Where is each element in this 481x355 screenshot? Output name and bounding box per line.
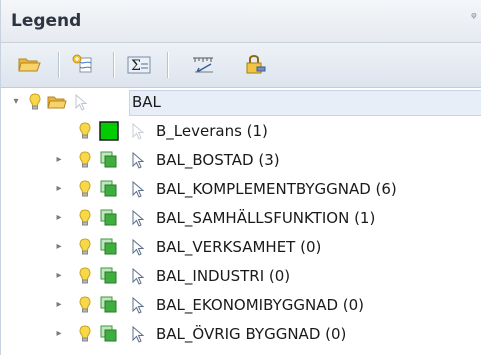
expand-arrow-icon[interactable]: ▸ [54, 154, 64, 166]
expand-arrow-icon[interactable]: ▸ [54, 212, 64, 224]
legend-panel: Legend ᵠ Σ ▾ BAL B_Leverans (1) ▸ BAL_BO… [0, 0, 481, 355]
open-folder-icon [18, 58, 41, 72]
tree-row-bal-verksamhet[interactable]: ▸ BAL_VERKSAMHET (0) [1, 233, 481, 262]
add-layer-button[interactable] [66, 49, 102, 79]
layer-icon [100, 296, 117, 313]
expand-arrow-icon[interactable]: ▸ [54, 183, 64, 195]
layer-icon [100, 325, 117, 342]
visibility-bulb-icon[interactable] [25, 92, 45, 112]
lock-button[interactable] [237, 49, 273, 79]
legend-toolbar: Σ [1, 43, 481, 88]
tree-row-b-leverans[interactable]: B_Leverans (1) [1, 117, 481, 146]
tree-row-label: BAL_KOMPLEMENTBYGGNAD (6) [156, 180, 397, 198]
visibility-bulb-icon[interactable] [75, 295, 95, 315]
tree-row-bal-bostad[interactable]: ▸ BAL_BOSTAD (3) [1, 146, 481, 175]
svg-text:Σ: Σ [131, 58, 141, 74]
sum-button[interactable]: Σ [121, 49, 157, 79]
tree-row-label: B_Leverans (1) [156, 122, 268, 140]
tree-row-label: BAL [132, 93, 161, 111]
selectable-pointer-icon[interactable] [128, 237, 148, 257]
selectable-pointer-icon[interactable] [128, 179, 148, 199]
selectable-pointer-icon[interactable] [128, 295, 148, 315]
lock-icon [246, 55, 266, 74]
collapse-arrow-icon[interactable]: ▾ [11, 96, 21, 108]
selectable-pointer-icon[interactable] [128, 121, 148, 141]
expand-arrow-icon[interactable]: ▸ [54, 241, 64, 253]
tree-row-label: BAL_EKONOMIBYGGNAD (0) [156, 296, 365, 314]
color-swatch-icon [99, 121, 119, 141]
layer-icon [100, 267, 117, 284]
visibility-bulb-icon[interactable] [75, 324, 95, 344]
layer-icon [100, 180, 117, 197]
tree-row-bal-samhallsfunktion[interactable]: ▸ BAL_SAMHÄLLSFUNKTION (1) [1, 204, 481, 233]
pin-icon[interactable]: ᵠ [471, 10, 481, 26]
tree-row-bal-ekonomibyggnad[interactable]: ▸ BAL_EKONOMIBYGGNAD (0) [1, 291, 481, 320]
tree-row-label: BAL_VERKSAMHET (0) [156, 238, 322, 256]
tree-row-bal-industri[interactable]: ▸ BAL_INDUSTRI (0) [1, 262, 481, 291]
selectable-pointer-icon[interactable] [128, 324, 148, 344]
measure-button[interactable] [185, 49, 221, 79]
measure-icon [193, 57, 213, 73]
tree-row-bal-komplementbyggnad[interactable]: ▸ BAL_KOMPLEMENTBYGGNAD (6) [1, 175, 481, 204]
selectable-pointer-icon[interactable] [128, 266, 148, 286]
selectable-pointer-icon[interactable] [128, 208, 148, 228]
folder-icon [47, 96, 67, 109]
tree-row-label: BAL_ÖVRIG BYGGNAD (0) [156, 325, 347, 343]
layer-icon [100, 151, 117, 168]
selectable-pointer-icon[interactable] [71, 92, 91, 112]
visibility-bulb-icon[interactable] [75, 208, 95, 228]
tree-row-label: BAL_INDUSTRI (0) [156, 267, 291, 285]
visibility-bulb-icon[interactable] [75, 266, 95, 286]
expand-arrow-icon[interactable]: ▸ [54, 270, 64, 282]
selectable-pointer-icon[interactable] [128, 150, 148, 170]
panel-title-bar: Legend ᵠ [1, 0, 481, 43]
expand-arrow-icon[interactable]: ▸ [54, 328, 64, 340]
expand-arrow-icon[interactable]: ▸ [54, 299, 64, 311]
panel-title: Legend [11, 11, 82, 31]
tree-row-root[interactable]: ▾ BAL [1, 88, 481, 117]
tree-row-bal-ovrig-byggnad[interactable]: ▸ BAL_ÖVRIG BYGGNAD (0) [1, 320, 481, 349]
open-folder-button[interactable] [11, 49, 47, 79]
visibility-bulb-icon[interactable] [75, 121, 95, 141]
visibility-bulb-icon[interactable] [75, 150, 95, 170]
tree-row-label: BAL_SAMHÄLLSFUNKTION (1) [156, 209, 376, 227]
sum-icon: Σ [127, 56, 151, 74]
tree-row-label: BAL_BOSTAD (3) [156, 151, 280, 169]
visibility-bulb-icon[interactable] [75, 237, 95, 257]
layer-icon [100, 238, 117, 255]
visibility-bulb-icon[interactable] [75, 179, 95, 199]
layer-icon [100, 209, 117, 226]
add-layer-icon [72, 54, 92, 73]
legend-tree: ▾ BAL B_Leverans (1) ▸ BAL_BOSTAD (3) ▸ … [1, 88, 481, 355]
